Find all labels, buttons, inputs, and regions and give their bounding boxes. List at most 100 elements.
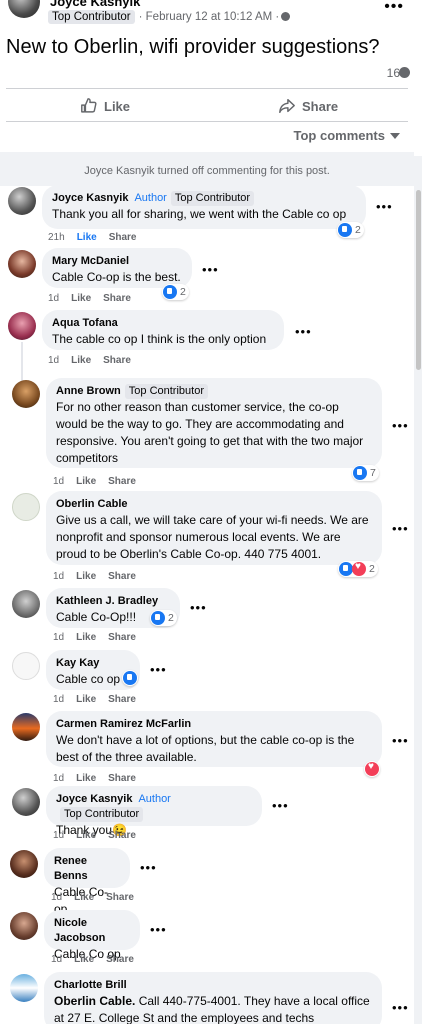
comment-like-link[interactable]: Like [76, 632, 96, 643]
comment-share-link[interactable]: Share [106, 954, 134, 965]
comment-share-link[interactable]: Share [108, 632, 136, 643]
avatar[interactable] [8, 312, 36, 340]
comment-like-link[interactable]: Like [76, 773, 96, 784]
top-contributor-badge: Top Contributor [124, 384, 208, 399]
mentioned-page-link[interactable]: Oberlin Cable. [54, 994, 135, 1008]
commenter-name[interactable]: Kathleen J. Bradley [56, 594, 170, 609]
commenter-name[interactable]: Anne Brown [56, 385, 121, 397]
comment-bubble: Oberlin Cable Give us a call, we will ta… [46, 491, 382, 565]
comment-time[interactable]: 1d [53, 476, 64, 487]
comment-share-link[interactable]: Share [108, 571, 136, 582]
thumbs-up-icon [81, 98, 97, 113]
comment-share-link[interactable]: Share [106, 892, 134, 903]
comment-options-icon[interactable]: ••• [392, 1000, 409, 1015]
comment-sort-label: Top comments [293, 128, 386, 143]
share-button[interactable]: Share [278, 97, 338, 115]
share-arrow-icon [279, 98, 295, 114]
comment-like-link[interactable]: Like [76, 571, 96, 582]
reaction-summary[interactable]: 2 [338, 561, 378, 577]
comment-share-link[interactable]: Share [108, 476, 136, 487]
comment-options-icon[interactable]: ••• [190, 600, 207, 615]
author-label: Author [134, 192, 167, 204]
avatar[interactable] [10, 912, 38, 940]
reaction-summary[interactable]: 2 [150, 610, 177, 626]
reaction-summary[interactable]: 2 [162, 284, 189, 300]
comment-time[interactable]: 21h [48, 232, 65, 243]
post-author[interactable]: Joyce Kasnyik [50, 0, 140, 9]
comment-like-link[interactable]: Like [76, 694, 96, 705]
comment-actions: 1d Like Share [53, 694, 148, 705]
post-timestamp[interactable]: · February 12 at 10:12 AM · [139, 11, 280, 23]
commenter-name[interactable]: Joyce Kasnyik [56, 793, 132, 805]
comment-options-icon[interactable]: ••• [150, 922, 167, 937]
comment-time[interactable]: 1d [53, 830, 64, 841]
comment-share-link[interactable]: Share [108, 773, 136, 784]
comment-actions: 1d Like Share [48, 293, 143, 304]
avatar[interactable] [12, 590, 40, 618]
comment-options-icon[interactable]: ••• [140, 860, 157, 875]
comment-options-icon[interactable]: ••• [392, 733, 409, 748]
comment-like-link[interactable]: Like [76, 830, 96, 841]
comment-time[interactable]: 1d [53, 694, 64, 705]
comment-options-icon[interactable]: ••• [202, 262, 219, 277]
avatar[interactable] [12, 493, 40, 521]
share-button-label: Share [302, 98, 339, 114]
scrollbar-thumb[interactable] [416, 190, 421, 370]
comment-options-icon[interactable]: ••• [392, 521, 409, 536]
comment-actions: 1d Like Share [48, 355, 143, 366]
comment-options-icon[interactable]: ••• [150, 662, 167, 677]
comment-time[interactable]: 1d [48, 293, 59, 304]
commenter-name[interactable]: Renee Benns [54, 854, 120, 884]
commenter-name[interactable]: Kay Kay [56, 656, 130, 671]
comment-options-icon[interactable]: ••• [295, 324, 312, 339]
caret-down-icon [390, 132, 400, 139]
reaction-summary[interactable]: 2 [337, 222, 364, 238]
commenter-name[interactable]: Charlotte Brill [54, 978, 372, 993]
commenter-name[interactable]: Oberlin Cable [56, 497, 372, 512]
avatar[interactable] [8, 0, 40, 18]
more-options-icon[interactable]: ••• [384, 0, 404, 16]
comment-count[interactable]: 16 [387, 66, 400, 80]
avatar[interactable] [12, 380, 40, 408]
comment-time[interactable]: 1d [53, 571, 64, 582]
comment-like-link[interactable]: Like [77, 232, 97, 243]
comment-time[interactable]: 1d [51, 892, 62, 903]
comment-like-link[interactable]: Like [74, 954, 94, 965]
comment-time[interactable]: 1d [51, 954, 62, 965]
avatar[interactable] [12, 788, 40, 816]
comment-options-icon[interactable]: ••• [272, 798, 289, 813]
commenter-name[interactable]: Joyce Kasnyik [52, 192, 128, 204]
comment-share-link[interactable]: Share [108, 830, 136, 841]
comment-options-icon[interactable]: ••• [392, 418, 409, 433]
comment-time[interactable]: 1d [53, 632, 64, 643]
avatar[interactable] [8, 250, 36, 278]
comment-share-link[interactable]: Share [109, 232, 137, 243]
avatar[interactable] [12, 652, 40, 680]
comment-like-link[interactable]: Like [76, 476, 96, 487]
comment-like-link[interactable]: Like [74, 892, 94, 903]
comment-time[interactable]: 1d [48, 355, 59, 366]
commenter-name[interactable]: Mary McDaniel [52, 254, 182, 269]
comment-share-link[interactable]: Share [103, 293, 131, 304]
avatar[interactable] [12, 713, 40, 741]
comment-actions: 1d Like Share [51, 954, 146, 965]
commenter-name[interactable]: Carmen Ramirez McFarlin [56, 717, 372, 732]
comment-time[interactable]: 1d [53, 773, 64, 784]
action-bar: Like Share [6, 88, 408, 122]
avatar[interactable] [10, 974, 38, 1002]
comment-sort-dropdown[interactable]: Top comments [293, 128, 400, 143]
comment-like-link[interactable]: Like [71, 355, 91, 366]
commenter-name[interactable]: Nicole Jacobson [54, 916, 130, 946]
comment-share-link[interactable]: Share [103, 355, 131, 366]
commenter-name[interactable]: Aqua Tofana [52, 316, 274, 331]
comment-options-icon[interactable]: ••• [376, 199, 393, 214]
like-button[interactable]: Like [80, 97, 130, 115]
comment-share-link[interactable]: Share [108, 694, 136, 705]
avatar[interactable] [8, 187, 36, 215]
avatar[interactable] [10, 850, 38, 878]
comment-like-link[interactable]: Like [71, 293, 91, 304]
reaction-summary[interactable] [364, 761, 380, 777]
reaction-summary[interactable] [122, 670, 138, 686]
reaction-summary[interactable]: 7 [352, 465, 379, 481]
comment-text: For no other reason than customer servic… [56, 400, 364, 465]
